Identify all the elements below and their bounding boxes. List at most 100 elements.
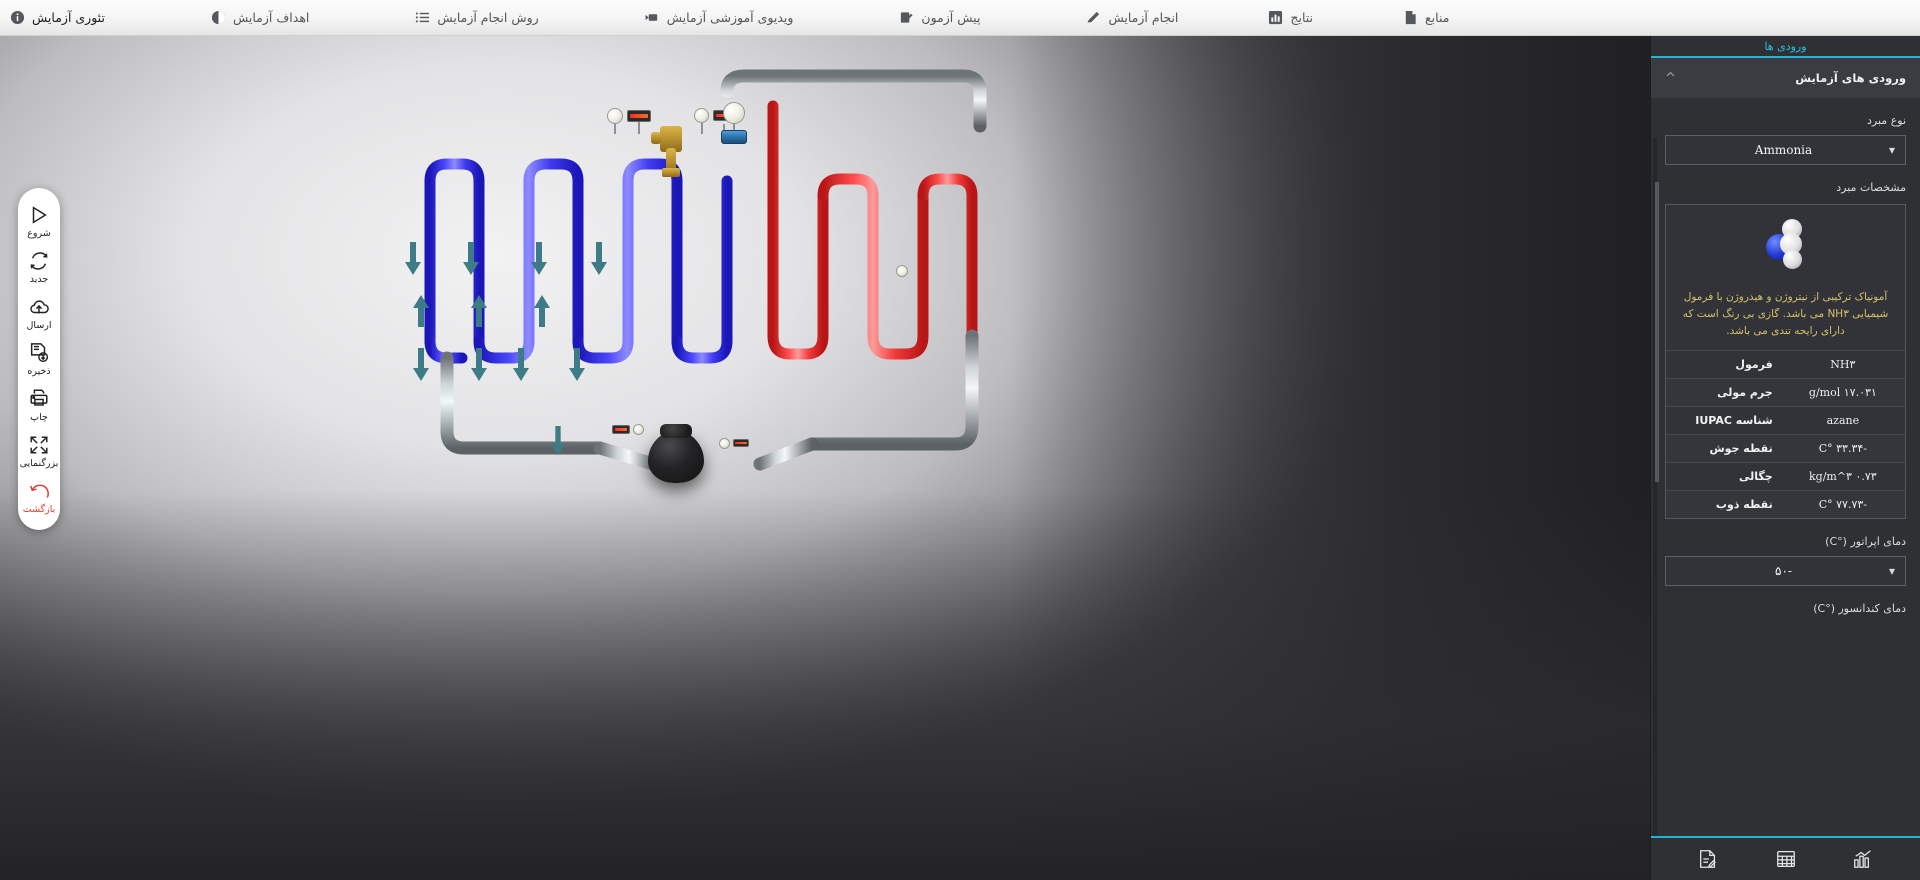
compressor-cap [660,424,692,438]
digital-display-4 [733,439,749,447]
refrigerant-type-select[interactable]: ▾ Ammonia [1665,135,1906,165]
property-value: azane [1781,407,1905,435]
refrigerant-properties-table: NH۳ فرمول ۱۷.۰۳۱ g/mol جرم مولی azane شن… [1666,350,1905,518]
flow-arrow-down [568,348,586,382]
send-button[interactable]: ارسال [18,290,60,336]
target-icon [211,10,226,25]
note-button[interactable] [1695,846,1721,872]
flow-arrow-down [412,348,430,382]
property-key: جرم مولی [1666,379,1781,407]
pressure-gauge-1 [607,108,623,124]
nav-item-label: منابع [1425,10,1449,25]
play-icon [28,204,50,226]
save-button[interactable]: ذخیره [18,336,60,382]
flow-arrow-down [550,426,566,456]
tab-inputs[interactable]: ورودی ها [1756,40,1814,53]
temperature-sensor [896,265,908,277]
property-value: ۱۷.۰۳۱ g/mol [1781,379,1905,407]
info-icon [10,10,25,25]
property-value: ۰.۷۳ kg/m^۳ [1781,463,1905,491]
nav-item-results[interactable]: نتایج [1258,0,1323,36]
pencil-icon [1086,10,1101,25]
pressure-gauge-3 [723,102,745,124]
nav-item-perform[interactable]: انجام آزمایش [1076,0,1188,36]
flow-arrow-down [470,348,488,382]
nav-item-label: پیش آزمون [921,10,980,25]
refrigeration-circuit [0,36,1650,880]
new-button[interactable]: جدید [18,244,60,290]
tool-label: جدید [30,274,49,286]
hydrogen-atom [1783,250,1802,269]
nav-item-label: ویدیوی آموزشی آزمایش [667,10,794,25]
property-value: NH۳ [1781,351,1905,379]
report-icon [1697,848,1719,870]
tool-label: چاپ [30,412,48,424]
print-icon [28,388,50,410]
pressure-gauge-5 [719,438,730,449]
nav-item-goals[interactable]: اهداف آزمایش [201,0,319,36]
flow-arrow-down [462,242,480,276]
save-icon [28,342,50,364]
tool-label: بازگشت [23,504,55,516]
cloud-upload-icon [28,296,50,318]
start-button[interactable]: شروع [18,198,60,244]
flow-arrow-down [530,242,548,276]
table-icon [1775,848,1797,870]
simulation-3d-viewport[interactable] [0,36,1650,880]
inputs-side-panel: ورودی ها ورودی های آزمایش ^ نوع مبرد ▾ A… [1650,36,1920,880]
nav-item-label: تئوری آزمایش [32,10,105,25]
pressure-gauge-2 [694,108,709,123]
tool-label: ذخیره [27,366,50,378]
panel-body: نوع مبرد ▾ Ammonia مشخصات مبرد آمونیاک ت… [1651,98,1920,836]
nav-item-theory[interactable]: تئوری آزمایش [0,0,115,36]
table-row: -۷۷.۷۳ °C نقطه ذوب [1666,491,1905,519]
expansion-valve-nut [662,168,680,177]
panel-tab-bar: ورودی ها [1651,36,1920,58]
tool-label: بزرگنمایی [20,458,59,470]
property-value: -۳۳.۳۴ °C [1781,435,1905,463]
print-button[interactable]: چاپ [18,382,60,428]
table-row: azane شناسه IUPAC [1666,407,1905,435]
document-icon [1403,10,1418,25]
back-button[interactable]: بازگشت [18,474,60,520]
list-icon [415,10,430,25]
fullscreen-button[interactable]: بزرگنمایی [18,428,60,474]
experiment-inputs-section-header[interactable]: ورودی های آزمایش ^ [1651,58,1920,98]
panel-scrollbar-thumb[interactable] [1655,182,1659,482]
digital-display-1 [627,110,651,122]
property-key: نقطه ذوب [1666,491,1781,519]
nav-item-video[interactable]: ویدیوی آموزشی آزمایش [635,0,804,36]
top-navigation-bar: تئوری آزمایش اهداف آزمایش روش انجام آزما… [0,0,1920,36]
note-edit-icon [899,10,914,25]
ammonia-molecule-icon [1756,214,1816,274]
flow-arrow-down [512,348,530,382]
molecule-viewer[interactable] [1666,205,1905,283]
property-key: نقطه جوش [1666,435,1781,463]
evaporator-temperature-value: -۵۰ [1676,564,1891,578]
nav-item-resources[interactable]: منابع [1393,0,1459,36]
table-row: ۰.۷۳ kg/m^۳ چگالی [1666,463,1905,491]
gauge-stem [701,123,703,134]
condenser-temperature-label: دمای کندانسور (°C) [1665,602,1906,615]
report-button[interactable] [1850,846,1876,872]
nav-item-procedure[interactable]: روش انجام آزمایش [405,0,548,36]
nav-item-pretest[interactable]: پیش آزمون [889,0,990,36]
flow-arrow-up [470,294,488,328]
filter-drier [721,130,747,144]
nav-item-label: انجام آزمایش [1108,10,1178,25]
panel-scrollbar-track[interactable] [1653,138,1657,836]
flow-arrow-up [533,294,551,328]
gauge-stem [638,122,640,134]
table-button[interactable] [1773,846,1799,872]
refrigerant-spec-card: آمونیاک ترکیبی از نیتروژن و هیدروژن با ف… [1665,204,1906,519]
refrigerant-description: آمونیاک ترکیبی از نیتروژن و هیدروژن با ف… [1666,283,1905,350]
table-row: NH۳ فرمول [1666,351,1905,379]
tool-label: ارسال [27,320,52,332]
chart-bars-icon [1852,848,1874,870]
compressor-unit[interactable] [648,431,704,483]
refrigerant-spec-label: مشخصات مبرد [1665,181,1906,194]
chevron-up-icon[interactable]: ^ [1665,71,1676,86]
back-arrow-icon [28,480,50,502]
evaporator-temperature-select[interactable]: ▾ -۵۰ [1665,556,1906,586]
video-icon [645,10,660,25]
